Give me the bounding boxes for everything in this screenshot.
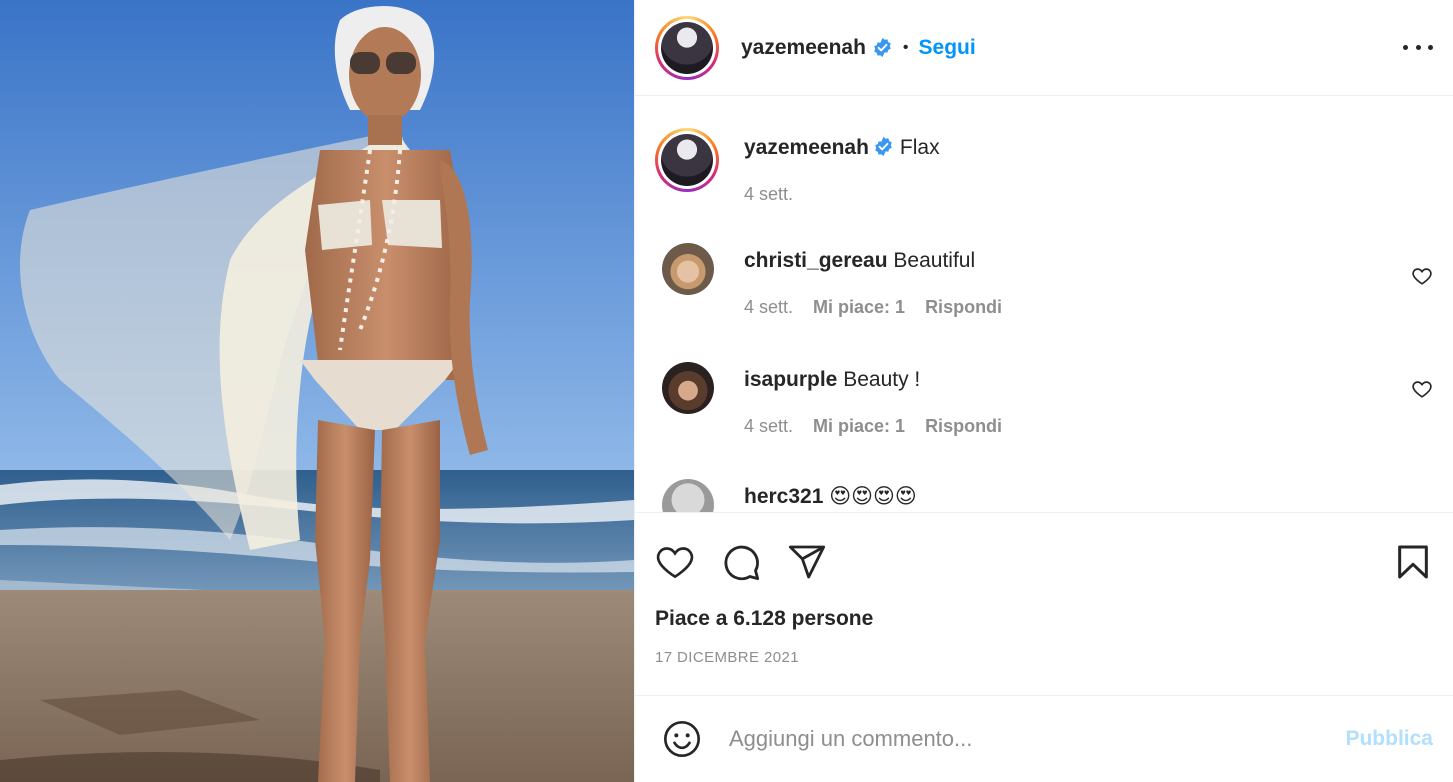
comment-item: christi_gereau Beautiful 4 sett. Mi piac… (655, 205, 1433, 318)
comment-item: herc321 😍😍😍😍 (655, 437, 1433, 512)
author-avatar[interactable] (655, 15, 719, 80)
comment-input[interactable] (727, 725, 1346, 753)
reply-button[interactable]: Rispondi (925, 297, 1002, 318)
post-date: 17 DICEMBRE 2021 (655, 649, 799, 666)
comment-bubble-icon[interactable] (721, 542, 761, 582)
comment-text: 😍😍😍😍 (829, 485, 917, 508)
paper-plane-icon[interactable] (787, 542, 827, 582)
post-actions-section: Piace a 6.128 persone 17 DICEMBRE 2021 (635, 512, 1453, 694)
caption-time: 4 sett. (744, 184, 794, 204)
heart-icon[interactable] (1411, 378, 1433, 400)
post-photo[interactable] (0, 0, 634, 782)
bookmark-icon[interactable] (1393, 542, 1433, 582)
comment-time: 4 sett. (744, 416, 794, 436)
caption-avatar[interactable] (655, 128, 719, 192)
likes-count[interactable]: Piace a 6.128 persone (655, 607, 1433, 631)
instagram-post: yazemeenah • Segui yazemeenah Flax 4 set… (0, 0, 1453, 782)
action-bar (655, 513, 1433, 607)
comment-item: isapurple Beauty ! 4 sett. Mi piace: 1 R… (655, 318, 1433, 437)
post-side-panel: yazemeenah • Segui yazemeenah Flax 4 set… (634, 0, 1453, 782)
comment-username[interactable]: herc321 (744, 485, 823, 508)
comment-likes[interactable]: Mi piace: 1 (813, 297, 905, 318)
post-header: yazemeenah • Segui (635, 0, 1453, 96)
smiley-icon[interactable] (662, 719, 702, 759)
author-username[interactable]: yazemeenah (741, 36, 866, 60)
heart-icon[interactable] (1411, 265, 1433, 287)
more-options-icon[interactable] (1403, 38, 1433, 58)
comment-text: Beauty ! (843, 368, 921, 391)
commenter-avatar[interactable] (662, 243, 714, 295)
add-comment-bar: Pubblica (635, 695, 1453, 782)
heart-icon[interactable] (655, 542, 695, 582)
post-caption: yazemeenah Flax 4 sett. (655, 96, 1433, 205)
commenter-avatar[interactable] (662, 362, 714, 414)
caption-text: Flax (899, 136, 940, 159)
caption-username[interactable]: yazemeenah (744, 136, 869, 159)
commenter-avatar[interactable] (662, 479, 714, 512)
publish-button[interactable]: Pubblica (1345, 727, 1433, 751)
verified-badge-icon (874, 37, 891, 58)
reply-button[interactable]: Rispondi (925, 416, 1002, 437)
comment-username[interactable]: christi_gereau (744, 249, 888, 272)
comments-list[interactable]: yazemeenah Flax 4 sett. christi_gereau B… (635, 96, 1453, 512)
comment-time: 4 sett. (744, 297, 794, 317)
comment-text: Beautiful (893, 249, 976, 272)
comment-likes[interactable]: Mi piace: 1 (813, 416, 905, 437)
verified-badge-icon (875, 136, 892, 157)
header-separator: • (902, 38, 909, 56)
follow-button[interactable]: Segui (919, 36, 976, 60)
comment-username[interactable]: isapurple (744, 368, 837, 391)
